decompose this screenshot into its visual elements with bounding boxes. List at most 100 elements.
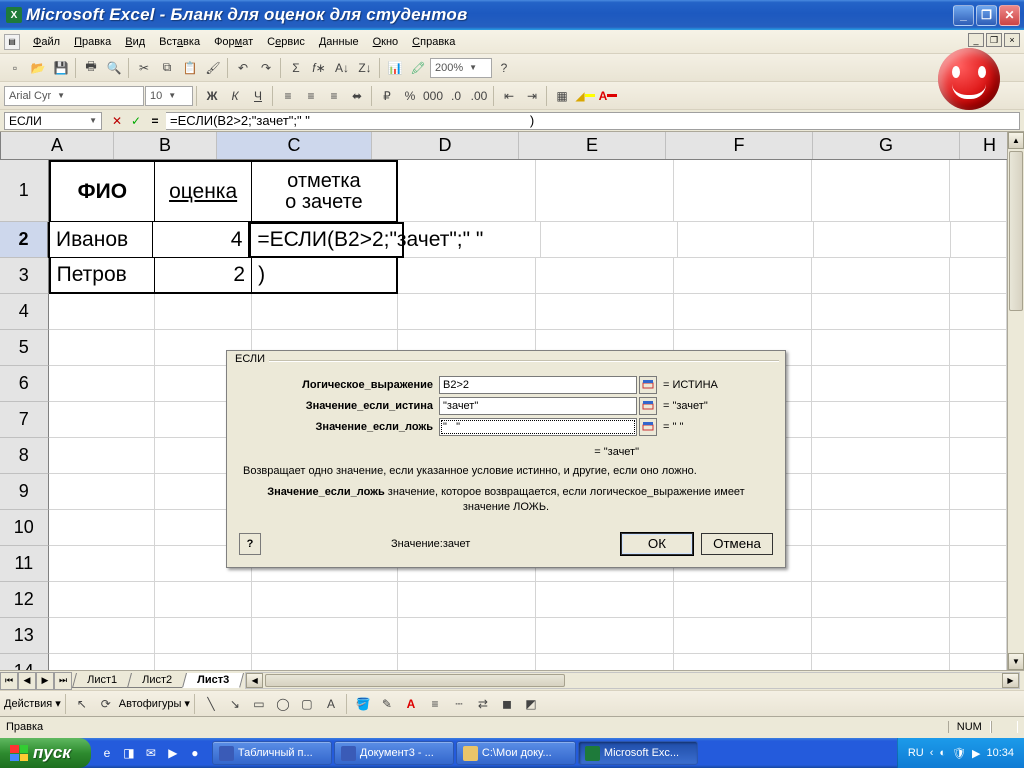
menu-insert[interactable]: Вставка: [152, 33, 207, 51]
cell[interactable]: [155, 618, 252, 654]
cell[interactable]: [674, 654, 812, 670]
sort-desc-icon[interactable]: Z↓: [354, 57, 376, 79]
cell[interactable]: [812, 294, 950, 330]
align-left-icon[interactable]: ≡: [277, 85, 299, 107]
cell[interactable]: [49, 582, 155, 618]
cell[interactable]: Петров: [49, 258, 155, 294]
cell[interactable]: [398, 294, 536, 330]
row-head[interactable]: 10: [0, 510, 49, 546]
cell[interactable]: [398, 258, 536, 294]
cell[interactable]: отметкао зачете: [252, 160, 398, 222]
equals-icon[interactable]: =: [147, 113, 163, 129]
row-head[interactable]: 8: [0, 438, 49, 474]
row-head[interactable]: 2: [0, 222, 48, 258]
scroll-thumb[interactable]: [1009, 151, 1023, 311]
indent-dec-icon[interactable]: ⇤: [498, 85, 520, 107]
cell[interactable]: [49, 654, 155, 670]
borders-icon[interactable]: ▦: [551, 85, 573, 107]
drawing-icon[interactable]: 🖍: [407, 57, 429, 79]
cell[interactable]: [951, 222, 1007, 258]
cell[interactable]: [49, 618, 155, 654]
menu-help[interactable]: Справка: [405, 33, 462, 51]
dec-dec-icon[interactable]: .00: [468, 85, 490, 107]
cell[interactable]: [49, 438, 155, 474]
menu-file[interactable]: Файл: [26, 33, 67, 51]
cell[interactable]: [252, 654, 398, 670]
rect-icon[interactable]: ▭: [248, 693, 270, 715]
start-button[interactable]: пуск: [0, 738, 91, 768]
cell[interactable]: [674, 258, 812, 294]
task-excel[interactable]: Microsoft Exc...: [578, 741, 698, 765]
cell[interactable]: [812, 366, 950, 402]
row-head[interactable]: 6: [0, 366, 49, 402]
cell[interactable]: [536, 294, 674, 330]
ql-app-icon[interactable]: ●: [185, 742, 205, 764]
chart-icon[interactable]: 📊: [384, 57, 406, 79]
input-if-true[interactable]: [439, 397, 637, 415]
indent-inc-icon[interactable]: ⇥: [521, 85, 543, 107]
cell[interactable]: [812, 546, 950, 582]
lang-indicator[interactable]: RU: [908, 747, 924, 759]
cell[interactable]: [950, 618, 1007, 654]
cell[interactable]: [812, 510, 950, 546]
comma-icon[interactable]: 000: [422, 85, 444, 107]
row-head[interactable]: 4: [0, 294, 49, 330]
ql-mail-icon[interactable]: ✉: [141, 742, 161, 764]
arrow-icon[interactable]: ↘: [224, 693, 246, 715]
dialog-help-button[interactable]: ?: [239, 533, 261, 555]
cell[interactable]: [49, 546, 155, 582]
task-explorer[interactable]: С:\Мои доку...: [456, 741, 576, 765]
sum-icon[interactable]: Σ: [285, 57, 307, 79]
inc-dec-icon[interactable]: .0: [445, 85, 467, 107]
ql-desktop-icon[interactable]: ◨: [119, 742, 139, 764]
ref-button-test[interactable]: [639, 376, 657, 394]
cell[interactable]: [252, 618, 398, 654]
cell[interactable]: =ЕСЛИ(B2>2;"зачет";" ": [249, 222, 404, 258]
cell[interactable]: [398, 160, 536, 222]
cell[interactable]: [252, 294, 398, 330]
clock[interactable]: 10:34: [986, 747, 1014, 759]
textbox-icon[interactable]: ▢: [296, 693, 318, 715]
ql-ie-icon[interactable]: e: [97, 742, 117, 764]
ref-button-false[interactable]: [639, 418, 657, 436]
cell[interactable]: [49, 294, 155, 330]
copy-icon[interactable]: ⧉: [156, 57, 178, 79]
row-head[interactable]: 9: [0, 474, 49, 510]
size-combo[interactable]: 10▼: [145, 86, 193, 106]
cell[interactable]: [812, 438, 950, 474]
vertical-scrollbar[interactable]: ▲ ▼: [1007, 132, 1024, 670]
cell[interactable]: [678, 222, 815, 258]
formula-input[interactable]: =ЕСЛИ(B2>2;"зачет";" " ): [166, 112, 1020, 130]
tab-first-icon[interactable]: ⏮: [0, 672, 18, 690]
task-doc3[interactable]: Документ3 - ...: [334, 741, 454, 765]
cell[interactable]: [398, 582, 536, 618]
cell[interactable]: [812, 330, 950, 366]
col-head-F[interactable]: F: [666, 132, 813, 159]
row-head[interactable]: 12: [0, 582, 49, 618]
bold-icon[interactable]: Ж: [201, 85, 223, 107]
hscroll-thumb[interactable]: [265, 674, 565, 687]
menu-tools[interactable]: Сервис: [260, 33, 312, 51]
menu-window[interactable]: Окно: [366, 33, 406, 51]
system-tray[interactable]: RU ‹ ◐ 🛡 ▶ 10:34: [897, 738, 1024, 768]
scroll-left-icon[interactable]: ◀: [246, 673, 263, 688]
cell[interactable]: Иванов: [48, 222, 153, 258]
format-painter-icon[interactable]: 🖌: [202, 57, 224, 79]
horizontal-scrollbar[interactable]: ◀ ▶: [245, 672, 1020, 689]
col-head-A[interactable]: A: [1, 132, 114, 159]
dash-icon[interactable]: ┄: [448, 693, 470, 715]
sheet-tab-3[interactable]: Лист3: [182, 673, 244, 688]
cell[interactable]: [950, 654, 1007, 670]
cell[interactable]: [950, 474, 1007, 510]
cell[interactable]: [49, 510, 155, 546]
italic-icon[interactable]: К: [224, 85, 246, 107]
cell[interactable]: [950, 546, 1007, 582]
input-logical-test[interactable]: [439, 376, 637, 394]
restore-button[interactable]: ❐: [976, 5, 997, 26]
row-head[interactable]: 3: [0, 258, 49, 294]
cell[interactable]: [155, 294, 252, 330]
minimize-button[interactable]: _: [953, 5, 974, 26]
col-head-D[interactable]: D: [372, 132, 519, 159]
merge-icon[interactable]: ⬌: [346, 85, 368, 107]
preview-icon[interactable]: 🔍: [103, 57, 125, 79]
